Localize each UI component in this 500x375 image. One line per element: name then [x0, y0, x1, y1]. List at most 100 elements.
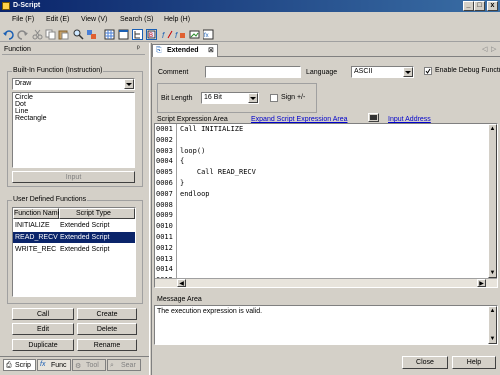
create-button[interactable]: Create [77, 308, 137, 320]
scroll-left-icon[interactable]: ◀ [177, 279, 186, 287]
close-window-button[interactable]: x [487, 1, 498, 11]
fx-icon[interactable]: fx [202, 29, 214, 40]
tab-scroll-right-icon[interactable]: ▷ [491, 45, 496, 53]
window-title: D-Script [13, 2, 41, 9]
list-item[interactable]: Circle [15, 94, 33, 101]
line-number: 0005 [156, 168, 173, 177]
paste-icon[interactable] [58, 29, 69, 40]
function-panel: Function ᵖ Built-In Function (Instructio… [0, 43, 149, 375]
tree-icon[interactable] [132, 29, 143, 40]
svg-text:f: f [175, 31, 178, 40]
table-row[interactable]: WRITE_REC Extended Script [13, 244, 135, 255]
scroll-down-icon[interactable]: ▼ [489, 335, 496, 343]
builtin-function-list[interactable]: Circle Dot Line Rectangle [12, 92, 135, 168]
function-tab-icon: fx [40, 361, 46, 368]
line-number: 0009 [156, 211, 173, 220]
list-item[interactable]: Dot [15, 101, 26, 108]
function-edit-icon[interactable]: f [162, 29, 173, 40]
menu-file[interactable]: File (F) [12, 16, 34, 23]
search-icon[interactable] [73, 29, 84, 40]
tab-function[interactable]: fx Func [37, 359, 71, 371]
expand-script-link[interactable]: Expand Script Expression Area [251, 116, 348, 123]
code-line[interactable]: Call INITIALIZE [180, 124, 243, 135]
minimize-button[interactable]: _ [463, 1, 474, 11]
comment-label: Comment [158, 69, 189, 76]
tab-script[interactable]: ⎙ Scrip [3, 359, 36, 371]
line-number: 0012 [156, 243, 173, 252]
close-button[interactable]: Close [402, 356, 448, 369]
debug-checkbox[interactable] [424, 67, 432, 75]
line-number: 0002 [156, 135, 173, 144]
chevron-down-icon[interactable] [403, 67, 413, 77]
tab-search[interactable]: ⌕ Sear [107, 359, 141, 371]
code-line[interactable]: { [180, 156, 184, 167]
bit-length-label: Bit Length [161, 95, 193, 102]
scroll-up-icon[interactable]: ▲ [489, 307, 496, 315]
vertical-scrollbar[interactable]: ▲ ▼ [488, 124, 497, 278]
line-number: 0006 [156, 179, 173, 187]
menu-help[interactable]: Help (H) [164, 16, 190, 23]
maximize-button[interactable]: □ [474, 1, 485, 11]
input-address-link[interactable]: Input Address [388, 116, 431, 123]
editor-panel: ⎘ Extended ⊠ ◁ ▷ Comment Language ASCII … [152, 43, 500, 375]
line-number: 0008 [156, 200, 173, 209]
menu-bar: File (F) Edit (E) View (V) Search (S) He… [0, 13, 500, 26]
image-icon[interactable] [189, 29, 200, 40]
copy-icon[interactable] [45, 29, 56, 40]
code-line[interactable]: loop() [180, 146, 205, 157]
close-tab-icon[interactable]: ⊠ [208, 46, 214, 54]
input-button[interactable]: Input [12, 171, 135, 183]
list-item[interactable]: Line [15, 108, 28, 115]
message-text: The execution expression is valid. [157, 308, 263, 315]
grid-icon[interactable] [104, 29, 115, 40]
pin-icon[interactable]: ᵖ [137, 45, 140, 52]
menu-search[interactable]: Search (S) [120, 16, 153, 23]
duplicate-button[interactable]: Duplicate [12, 339, 74, 351]
replace-icon[interactable] [86, 29, 97, 40]
edit-button[interactable]: Edit [12, 323, 74, 335]
column-header-name[interactable]: Function Name [13, 208, 61, 219]
horizontal-scrollbar[interactable]: ◀ ▶ [155, 278, 497, 287]
list-item[interactable]: Rectangle [15, 115, 47, 122]
script-editor[interactable]: 0001 0002 0003 0004 0005 0006 0007 0008 0009 0010… [154, 123, 498, 288]
language-dropdown[interactable]: ASCII [351, 66, 414, 78]
scroll-right-icon[interactable]: ▶ [477, 279, 486, 287]
chevron-down-icon[interactable] [248, 93, 258, 103]
chevron-down-icon[interactable] [124, 79, 134, 89]
column-header-type[interactable]: Script Type [59, 208, 135, 219]
rename-button[interactable]: Rename [77, 339, 137, 351]
code-line[interactable]: Call READ_RECV [180, 167, 256, 178]
code-line[interactable]: endloop [180, 189, 210, 200]
menu-edit[interactable]: Edit (E) [46, 16, 69, 23]
redo-icon[interactable] [17, 29, 28, 40]
undo-icon[interactable] [3, 29, 14, 40]
tab-extended[interactable]: ⎘ Extended ⊠ [152, 44, 218, 57]
bit-length-dropdown[interactable]: 16 Bit [201, 92, 259, 104]
line-number: 0007 [156, 189, 173, 198]
sign-checkbox[interactable] [270, 94, 278, 102]
table-row[interactable]: INITIALIZE Extended Script [13, 220, 135, 231]
code-line[interactable]: } [180, 178, 184, 189]
call-button[interactable]: Call [12, 308, 74, 320]
sign-label: Sign +/- [281, 94, 306, 101]
help-button[interactable]: Help [452, 356, 496, 369]
window-icon[interactable] [118, 29, 129, 40]
menu-view[interactable]: View (V) [81, 16, 107, 23]
function-call-icon[interactable]: f [175, 29, 186, 40]
script-tab-icon: ⎙ [6, 362, 12, 369]
tab-scroll-left-icon[interactable]: ◁ [482, 45, 487, 53]
table-row-selected[interactable]: READ_RECV Extended Script [13, 232, 135, 243]
tool-tab-icon: ⚙ [75, 363, 82, 370]
cut-icon[interactable] [32, 29, 43, 40]
debug-icon[interactable]: B [146, 29, 157, 40]
message-scrollbar[interactable]: ▲ ▼ [488, 306, 497, 344]
delete-button[interactable]: Delete [77, 323, 137, 335]
line-number: 0004 [156, 157, 173, 166]
builtin-category-dropdown[interactable]: Draw [12, 78, 135, 90]
tab-tool[interactable]: ⚙ Tool [72, 359, 106, 371]
scroll-up-icon[interactable]: ▲ [489, 125, 496, 133]
scroll-down-icon[interactable]: ▼ [489, 269, 496, 277]
builtin-function-label: Built-In Function (Instruction) [12, 67, 104, 74]
comment-field[interactable] [205, 66, 301, 78]
address-picker-icon[interactable] [368, 113, 379, 122]
